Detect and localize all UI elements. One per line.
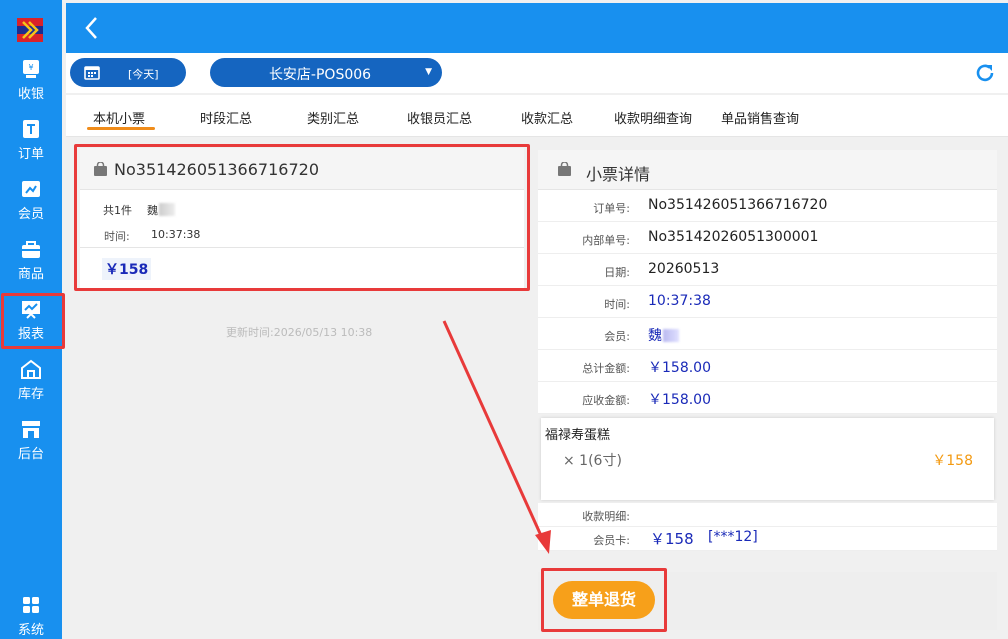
- detail-member-name: 魏: [648, 328, 662, 344]
- detail-value: 10:37:38: [648, 293, 711, 309]
- detail-value: 魏: [648, 325, 679, 345]
- date-filter-button[interactable]: [今天]: [70, 58, 186, 87]
- tab-local-ticket[interactable]: 本机小票: [93, 108, 145, 127]
- detail-row-date: 日期: 20260513: [538, 254, 997, 286]
- refresh-icon[interactable]: [974, 62, 996, 84]
- app-logo-icon: [17, 18, 43, 42]
- chevron-down-icon: ▼: [425, 67, 432, 77]
- nav-item-warehouse[interactable]: 库存: [0, 352, 62, 408]
- active-tab-indicator: [87, 127, 155, 130]
- detail-row-receivable: 应收金额: ￥158.00: [538, 382, 997, 414]
- updated-time: 更新时间:2026/05/13 10:38: [226, 326, 373, 339]
- detail-row-internal-no: 内部单号: No35142026051300001: [538, 222, 997, 254]
- order-icon: [23, 120, 39, 138]
- detail-label: 总计金额:: [582, 362, 630, 375]
- grid-apps-icon: [23, 597, 39, 613]
- detail-title: 小票详情: [586, 165, 651, 184]
- detail-label: 订单号:: [593, 202, 630, 215]
- member-icon: [22, 181, 40, 197]
- tab-cashier-summary[interactable]: 收银员汇总: [407, 108, 472, 127]
- nav-item-member[interactable]: 会员: [0, 172, 62, 228]
- highlight-box-ticket: [74, 144, 530, 291]
- detail-label: 会员:: [604, 330, 630, 343]
- nav-label: 库存: [17, 387, 44, 402]
- store-backend-icon: [22, 421, 40, 438]
- redacted-mask: [663, 329, 679, 342]
- back-arrow-icon[interactable]: [82, 15, 102, 41]
- toolbar: [今天] 长安店-POS006 ▼: [66, 53, 1008, 93]
- report-tabs: 本机小票 时段汇总 类别汇总 收银员汇总 收款汇总 收款明细查询 单品销售查询: [66, 95, 1008, 137]
- nav-item-cashier[interactable]: ¥ 收银: [0, 52, 62, 108]
- detail-label: 应收金额:: [582, 394, 630, 407]
- nav-label: 订单: [17, 147, 44, 162]
- tab-category-summary[interactable]: 类别汇总: [307, 108, 359, 127]
- warehouse-icon: [21, 359, 41, 379]
- tab-period-summary[interactable]: 时段汇总: [200, 108, 252, 127]
- nav-label: 系统: [17, 623, 44, 638]
- detail-row-total: 总计金额: ￥158.00: [538, 350, 997, 382]
- detail-value: ￥158.00: [648, 360, 711, 376]
- detail-row-time: 时间: 10:37:38: [538, 286, 997, 318]
- nav-item-backend[interactable]: 后台: [0, 412, 62, 468]
- nav-label: 收银: [17, 87, 44, 102]
- detail-value: No351426051366716720: [648, 197, 828, 213]
- member-card-number: [***12]: [708, 529, 758, 545]
- detail-row-member: 会员: 魏: [538, 318, 997, 350]
- nav-label: 商品: [17, 267, 44, 282]
- tab-payment-detail[interactable]: 收款明细查询: [614, 108, 692, 127]
- item-quantity: × 1(6寸): [563, 453, 622, 469]
- nav-item-goods[interactable]: 商品: [0, 232, 62, 288]
- nav-item-order[interactable]: 订单: [0, 112, 62, 168]
- sold-item-card: 福禄寿蛋糕 × 1(6寸) ￥158: [541, 418, 994, 500]
- detail-value: ￥158.00: [648, 392, 711, 408]
- calendar-icon: [84, 66, 100, 80]
- detail-label: 时间:: [604, 298, 630, 311]
- detail-value: 20260513: [648, 261, 720, 277]
- item-name: 福禄寿蛋糕: [545, 428, 611, 443]
- store-pos-select[interactable]: 长安店-POS006 ▼: [210, 58, 442, 87]
- header-bar: [66, 3, 1008, 53]
- payment-detail-header: 收款明细:: [538, 503, 997, 527]
- svg-text:¥: ¥: [28, 63, 33, 72]
- nav-label: 会员: [17, 207, 44, 222]
- payment-amount: ￥158: [650, 530, 694, 548]
- detail-label: 内部单号:: [582, 234, 630, 247]
- payment-detail-label: 收款明细:: [582, 510, 630, 523]
- cashier-icon: ¥: [23, 60, 39, 78]
- highlight-box-refund: [541, 568, 667, 632]
- tab-payment-summary[interactable]: 收款汇总: [521, 108, 573, 127]
- payment-method-label: 会员卡:: [593, 534, 630, 547]
- detail-label: 日期:: [604, 266, 630, 279]
- detail-value: No35142026051300001: [648, 229, 819, 245]
- store-pos-value: 长安店-POS006: [268, 67, 372, 83]
- detail-row-order-no: 订单号: No351426051366716720: [538, 190, 997, 222]
- item-price: ￥158: [932, 453, 973, 469]
- nav-label: 后台: [17, 447, 44, 462]
- detail-header: 小票详情: [538, 150, 997, 190]
- nav-item-system[interactable]: 系统: [0, 588, 62, 639]
- ticket-detail-panel: 小票详情 订单号: No351426051366716720 内部单号: No3…: [538, 150, 997, 414]
- shopping-bag-icon: [558, 162, 571, 176]
- date-filter-label: [今天]: [128, 68, 159, 81]
- tab-item-sales[interactable]: 单品销售查询: [721, 108, 799, 127]
- highlight-box-report: [1, 293, 65, 349]
- payment-row-member-card: 会员卡: ￥158 [***12]: [538, 527, 997, 551]
- goods-bag-icon: [22, 241, 40, 258]
